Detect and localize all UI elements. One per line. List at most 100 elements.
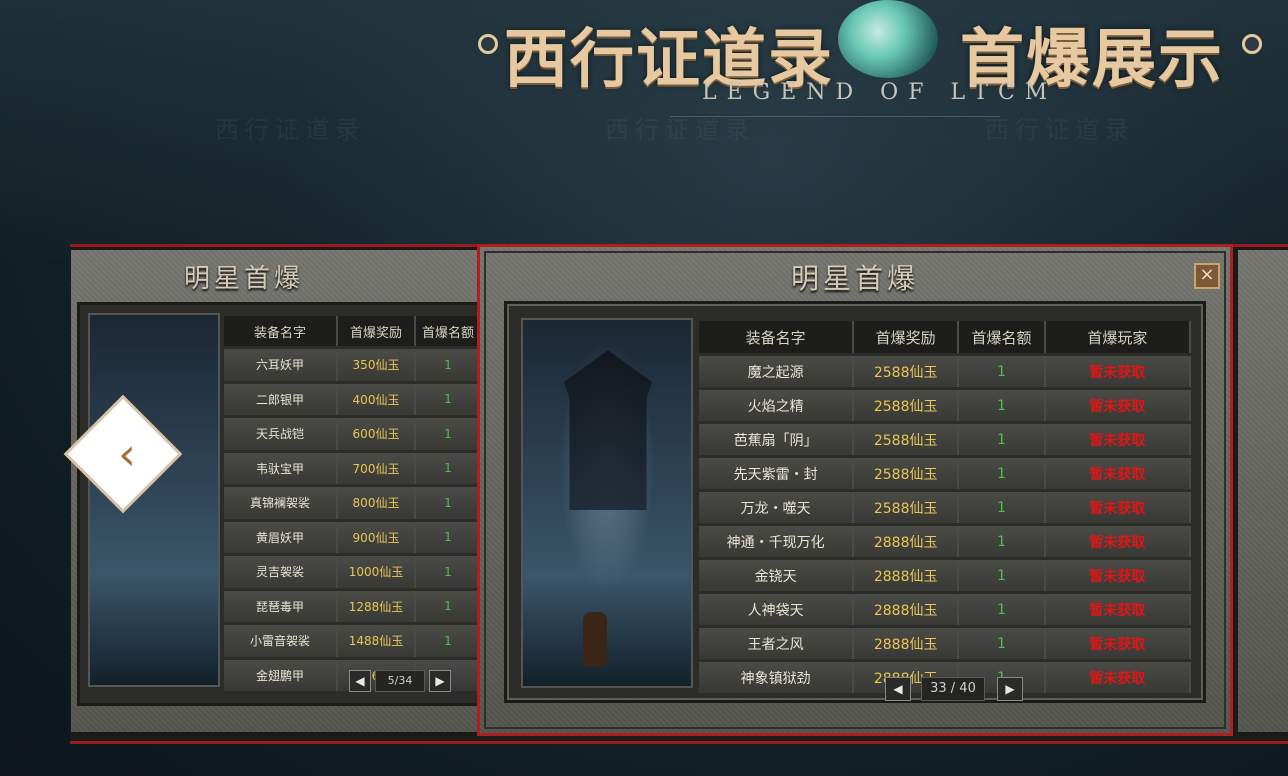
table-row: 琵琶毒甲 1288仙玉 1	[224, 590, 477, 622]
item-name: 小雷音袈裟	[224, 625, 338, 657]
column-header-player: 首爆玩家	[1045, 321, 1191, 353]
prev-page-button[interactable]: ◀	[349, 670, 371, 692]
table-row: 金铙天 2888仙玉 1 暂未获取	[699, 560, 1191, 591]
page-indicator: 33 / 40	[921, 677, 985, 701]
item-name: 先天紫雷・封	[699, 458, 855, 489]
table-row: 魔之起源 2588仙玉 1 暂未获取	[699, 356, 1191, 387]
item-quota: 1	[416, 349, 477, 381]
item-name: 琵琶毒甲	[224, 590, 338, 622]
item-name: 灵吉袈裟	[224, 556, 338, 588]
divider	[670, 116, 1000, 117]
item-player: 暂未获取	[1045, 458, 1191, 489]
item-player: 暂未获取	[1045, 628, 1191, 659]
column-header-reward: 首爆奖励	[854, 321, 960, 353]
item-name: 金翅鹏甲	[224, 659, 338, 691]
game-subtitle: LEGEND OF LTCM	[702, 80, 1058, 105]
table-row: 王者之风 2888仙玉 1 暂未获取	[699, 628, 1191, 659]
item-name: 二郎银甲	[224, 383, 338, 415]
item-quota: 1	[416, 452, 477, 484]
ornament-dot	[1242, 34, 1262, 54]
item-reward: 2888仙玉	[854, 560, 960, 591]
item-reward: 2588仙玉	[854, 390, 960, 421]
panel-content: 装备名字 首爆奖励 首爆名额 六耳妖甲 350仙玉 1 二郎银甲 400仙玉 1 天兵战…	[77, 302, 477, 706]
item-reward: 1000仙玉	[338, 556, 416, 588]
scene-image	[521, 318, 693, 688]
close-button[interactable]: ×	[1194, 263, 1220, 289]
item-name: 魔之起源	[699, 356, 855, 387]
item-quota: 1	[416, 521, 477, 553]
column-header: 装备名字	[224, 316, 338, 346]
rider-illustration	[583, 612, 607, 666]
item-reward: 350仙玉	[338, 349, 416, 381]
column-header: 首爆奖励	[338, 316, 416, 346]
prev-page-button[interactable]: ◀	[885, 677, 911, 701]
chevron-left-icon: ‹	[118, 429, 136, 480]
item-quota: 1	[416, 625, 477, 657]
next-page-button[interactable]: ▶	[429, 670, 451, 692]
item-name: 火焰之精	[699, 390, 855, 421]
ornament-dot	[478, 34, 498, 54]
item-player: 暂未获取	[1045, 356, 1191, 387]
item-quota: 1	[959, 390, 1046, 421]
item-quota: 1	[959, 526, 1046, 557]
column-header: 首爆名额	[416, 316, 477, 346]
table-row: 小雷音袈裟 1488仙玉 1	[224, 625, 477, 657]
item-player: 暂未获取	[1045, 526, 1191, 557]
scene-image	[88, 313, 220, 687]
item-quota: 1	[959, 492, 1046, 523]
table-row: 火焰之精 2588仙玉 1 暂未获取	[699, 390, 1191, 421]
dragon-emblem-icon	[838, 0, 938, 78]
item-reward: 2588仙玉	[854, 458, 960, 489]
item-reward: 2888仙玉	[854, 526, 960, 557]
table-row: 灵吉袈裟 1000仙玉 1	[224, 556, 477, 588]
table-row: 六耳妖甲 350仙玉 1	[224, 349, 477, 381]
item-reward: 2588仙玉	[854, 424, 960, 455]
item-quota: 1	[959, 356, 1046, 387]
table-row: 先天紫雷・封 2588仙玉 1 暂未获取	[699, 458, 1191, 489]
item-quota: 1	[959, 458, 1046, 489]
item-reward: 1288仙玉	[338, 590, 416, 622]
table-row: 万龙・噬天 2588仙玉 1 暂未获取	[699, 492, 1191, 523]
item-quota: 1	[416, 487, 477, 519]
item-reward: 400仙玉	[338, 383, 416, 415]
column-header-name: 装备名字	[699, 321, 855, 353]
column-header-quota: 首爆名额	[959, 321, 1046, 353]
carousel-slide-next[interactable]	[1238, 250, 1288, 732]
item-reward: 2888仙玉	[854, 628, 960, 659]
item-quota: 1	[959, 594, 1046, 625]
item-name: 王者之风	[699, 628, 855, 659]
first-drop-panel: 明星首爆 × 装备名字 首爆奖励 首爆名额 首爆玩家 魔之起源 2588仙玉 1 暂未…	[477, 244, 1233, 736]
page-indicator: 5/34	[375, 670, 425, 692]
item-reward: 2588仙玉	[854, 492, 960, 523]
temple-illustration	[564, 350, 652, 510]
item-name: 人神袋天	[699, 594, 855, 625]
panel-title: 明星首爆	[183, 264, 304, 294]
item-quota: 1	[959, 628, 1046, 659]
item-reward: 2588仙玉	[854, 356, 960, 387]
item-name: 天兵战铠	[224, 418, 338, 450]
item-player: 暂未获取	[1045, 594, 1191, 625]
next-page-button[interactable]: ▶	[997, 677, 1023, 701]
table-row: 真锦襕袈裟 800仙玉 1	[224, 487, 477, 519]
panel-title: 明星首爆	[790, 262, 919, 295]
item-quota: 1	[416, 383, 477, 415]
item-name: 六耳妖甲	[224, 349, 338, 381]
item-name: 神象镇狱劲	[699, 662, 855, 693]
equipment-table: 装备名字 首爆奖励 首爆名额 六耳妖甲 350仙玉 1 二郎银甲 400仙玉 1 天兵战…	[224, 313, 477, 694]
item-player: 暂未获取	[1045, 424, 1191, 455]
item-quota: 1	[959, 560, 1046, 591]
item-name: 金铙天	[699, 560, 855, 591]
item-reward: 800仙玉	[338, 487, 416, 519]
table-row: 天兵战铠 600仙玉 1	[224, 418, 477, 450]
item-name: 万龙・噬天	[699, 492, 855, 523]
table-row: 黄眉妖甲 900仙玉 1	[224, 521, 477, 553]
item-reward: 900仙玉	[338, 521, 416, 553]
item-player: 暂未获取	[1045, 662, 1191, 693]
item-name: 韦驮宝甲	[224, 452, 338, 484]
item-quota: 1	[416, 556, 477, 588]
table-row: 二郎银甲 400仙玉 1	[224, 383, 477, 415]
item-quota: 1	[416, 590, 477, 622]
table-row: 神通・千现万化 2888仙玉 1 暂未获取	[699, 526, 1191, 557]
item-quota: 1	[416, 418, 477, 450]
item-player: 暂未获取	[1045, 390, 1191, 421]
